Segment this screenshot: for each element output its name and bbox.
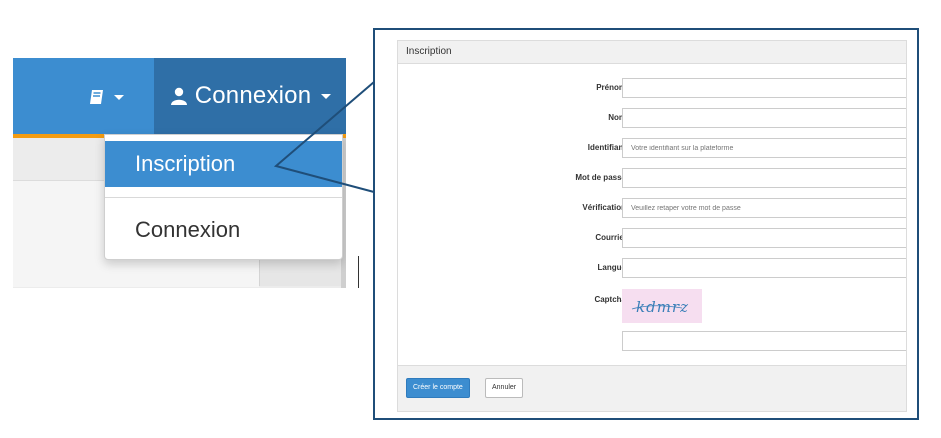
nom-input[interactable] [622,108,906,128]
field-row-courriel: Courriel [398,228,906,250]
menu-item-connexion[interactable]: Connexion [105,207,342,253]
email-input[interactable] [622,228,906,248]
user-icon [170,87,187,105]
navbar-crop: Connexion Inscription Connexion [13,58,346,288]
form-title: Inscription [398,41,906,64]
field-label-identifiant: Identifiant [587,143,626,152]
field-row-captcha-input [398,331,906,353]
captcha-graphic: kdmrz [631,298,689,316]
divider-line [358,256,359,288]
menu-divider [105,197,342,198]
field-row-langue: Langue [398,258,906,280]
book-icon [90,90,103,104]
password-input[interactable] [622,168,906,188]
field-row-verification: Vérification [398,198,906,220]
form-footer: Créer le compte Annuler [398,365,906,411]
chevron-down-icon [114,94,124,100]
top-navbar: Connexion [13,58,346,134]
connexion-menu-label: Connexion [194,82,312,109]
field-row-nom: Nom [398,108,906,130]
prenom-input[interactable] [622,78,906,98]
cancel-button[interactable]: Annuler [485,378,524,398]
book-menu-toggle[interactable] [88,84,148,110]
field-row-prenom: Prénom [398,78,906,100]
language-select[interactable] [622,258,906,278]
captcha-input[interactable] [622,331,906,351]
password-confirm-input[interactable] [622,198,906,218]
connexion-menu-toggle[interactable]: Connexion [154,58,346,134]
field-label-mot-de-passe: Mot de passe [575,173,626,182]
create-account-button[interactable]: Créer le compte [406,378,470,398]
field-row-mot-de-passe: Mot de passe [398,168,906,190]
captcha-image: kdmrz [622,289,702,323]
zoom-callout-frame: Inscription Prénom Nom Identifiant Mot d… [373,28,919,420]
connexion-dropdown-menu: Inscription Connexion [104,134,343,260]
identifiant-input[interactable] [622,138,906,158]
chevron-down-icon [321,93,332,99]
menu-item-inscription[interactable]: Inscription [105,141,342,187]
registration-form-panel: Inscription Prénom Nom Identifiant Mot d… [397,40,907,412]
field-row-identifiant: Identifiant [398,138,906,160]
field-label-verification: Vérification [582,203,626,212]
captcha-text: kdmrz [636,298,689,316]
